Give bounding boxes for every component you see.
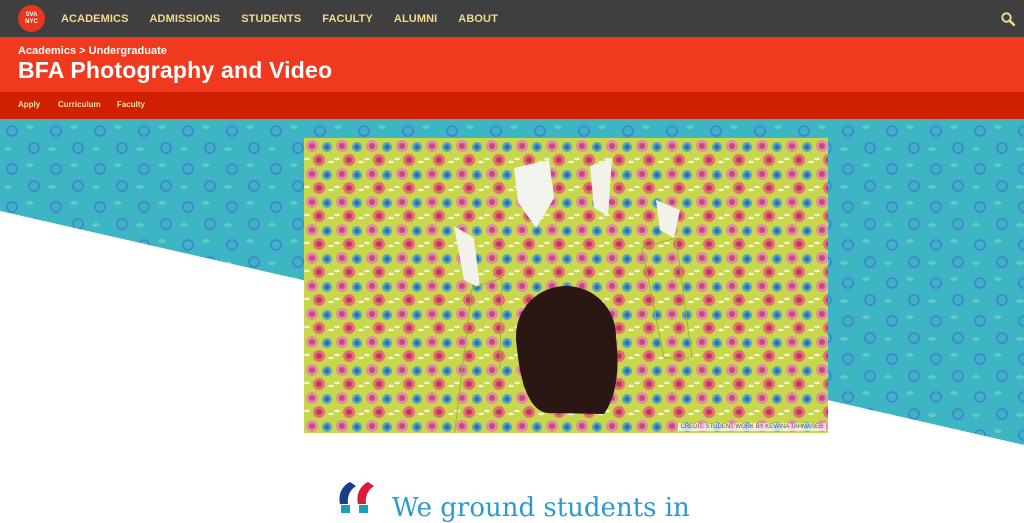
- breadcrumb-undergraduate[interactable]: Undergraduate: [89, 45, 167, 57]
- logo-line-1: SVA: [25, 11, 38, 18]
- page-header: Academics > Undergraduate BFA Photograph…: [0, 37, 1024, 92]
- breadcrumb: Academics > Undergraduate: [18, 45, 167, 57]
- logo-line-2: NYC: [25, 18, 38, 25]
- program-subnav: Apply Curriculum Faculty: [0, 92, 1024, 119]
- main-nav: ACADEMICS ADMISSIONS STUDENTS FACULTY AL…: [61, 0, 519, 37]
- nav-about[interactable]: ABOUT: [458, 13, 498, 25]
- page-title: BFA Photography and Video: [18, 57, 333, 83]
- breadcrumb-academics[interactable]: Academics: [18, 45, 76, 57]
- subnav-faculty[interactable]: Faculty: [117, 100, 145, 109]
- nav-admissions[interactable]: ADMISSIONS: [150, 13, 221, 25]
- nav-students[interactable]: STUDENTS: [241, 13, 301, 25]
- nav-alumni[interactable]: ALUMNI: [394, 13, 437, 25]
- student-work-image: [304, 138, 828, 433]
- top-navigation-bar: SVA NYC ACADEMICS ADMISSIONS STUDENTS FA…: [0, 0, 1024, 37]
- hero-photo: CREDIT: STUDENT WORK BY KEVANA TAHMASEB: [304, 138, 828, 433]
- search-icon[interactable]: [1000, 11, 1016, 27]
- nav-faculty[interactable]: FACULTY: [322, 13, 373, 25]
- nav-academics[interactable]: ACADEMICS: [61, 13, 129, 25]
- intro-quote: We ground students in: [392, 493, 690, 523]
- sva-logo[interactable]: SVA NYC: [18, 5, 45, 32]
- subnav-curriculum[interactable]: Curriculum: [58, 100, 101, 109]
- quote-mark-icon: [339, 482, 374, 513]
- breadcrumb-separator: >: [79, 45, 86, 57]
- subnav-apply[interactable]: Apply: [18, 100, 40, 109]
- photo-credit: CREDIT: STUDENT WORK BY KEVANA TAHMASEB: [677, 423, 826, 431]
